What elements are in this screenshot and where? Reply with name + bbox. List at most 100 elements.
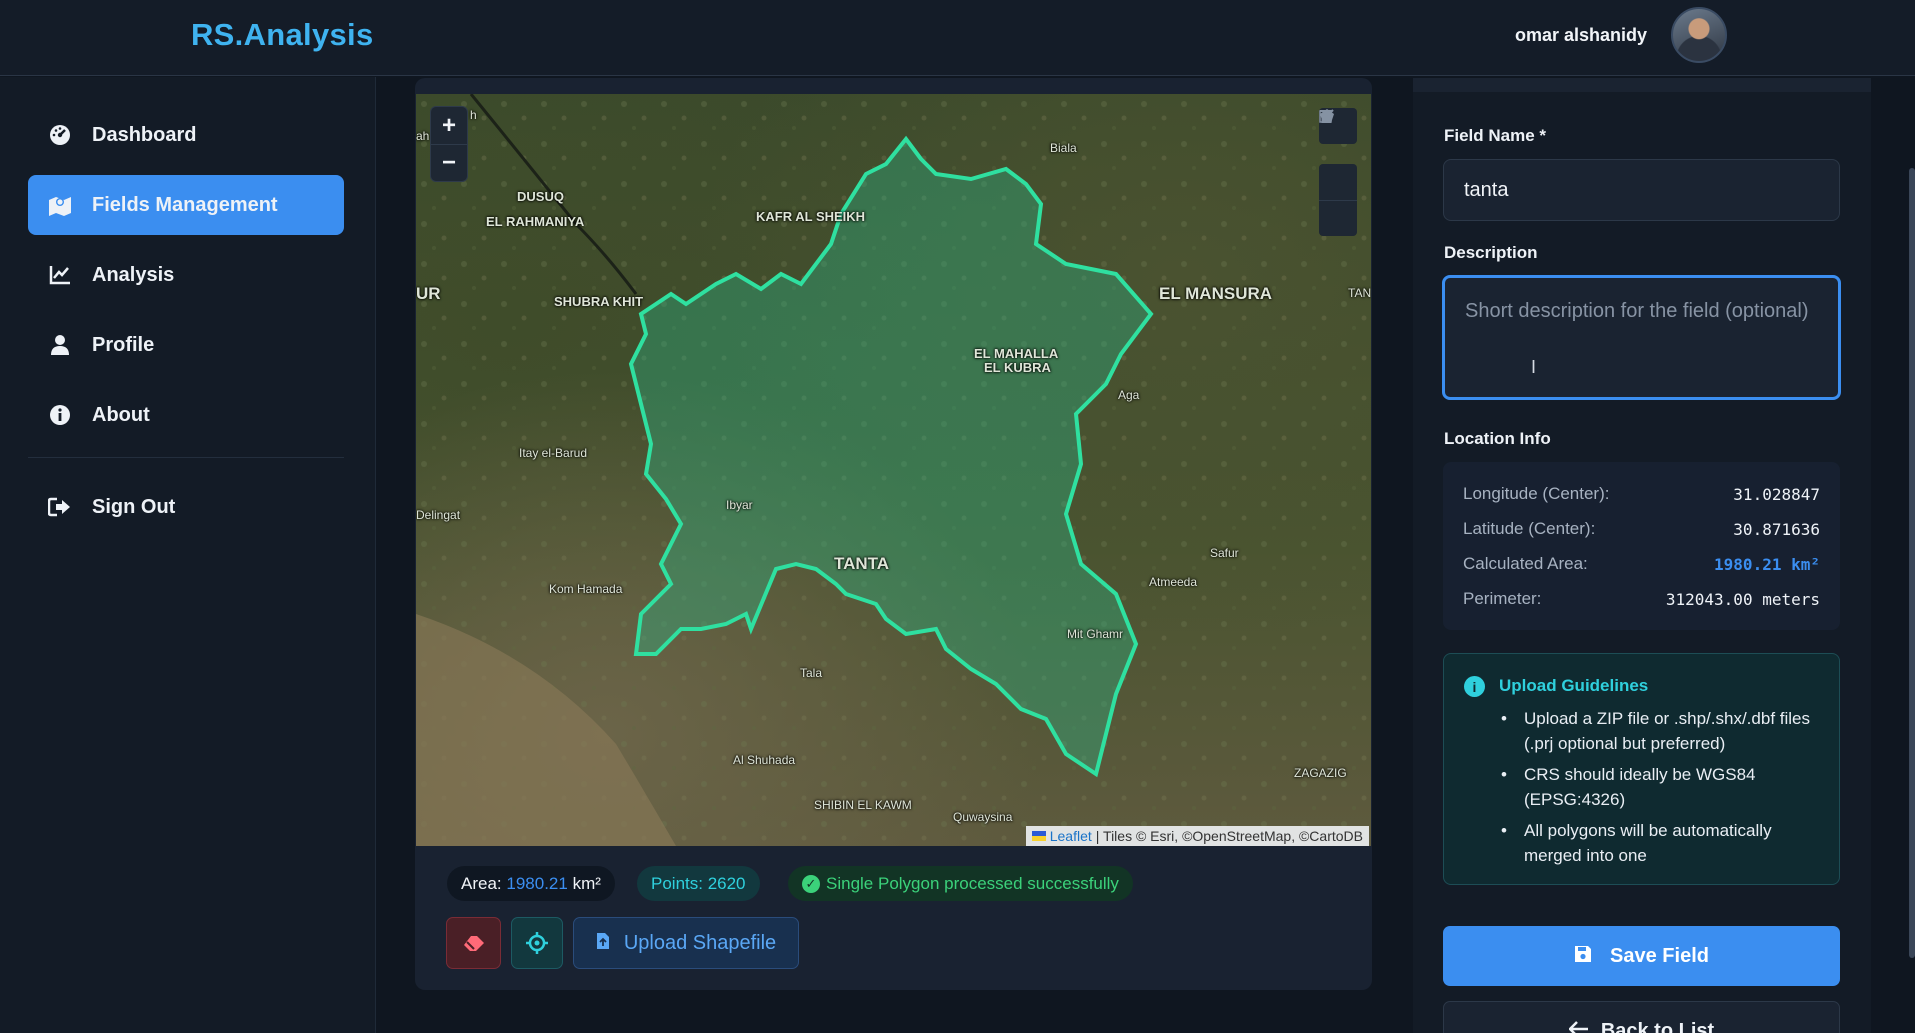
map-label-ibyar: Ibyar (726, 498, 753, 512)
location-key: Calculated Area: (1463, 554, 1588, 573)
upload-shapefile-label: Upload Shapefile (623, 931, 777, 954)
map-label-atmeeda: Atmeeda (1149, 575, 1198, 589)
map-label-el-mahalla: EL MAHALLA (974, 346, 1059, 361)
status-badge: ✓ Single Polygon processed successfully (788, 866, 1133, 901)
map-label-edge-top-left: ah (416, 129, 430, 143)
guidelines-list: Upload a ZIP file or .shp/.shx/.dbf file… (1499, 706, 1819, 874)
map-label-el-kubra: EL KUBRA (984, 360, 1051, 375)
back-to-list-label: Back to List (1600, 1020, 1715, 1033)
location-info-box: Longitude (Center): 31.028847 Latitude (… (1443, 462, 1840, 630)
sidebar-item-about[interactable]: About (28, 385, 344, 445)
map-label-kafr-al-sheikh: KAFR AL SHEIKH (756, 209, 866, 224)
guideline-item: CRS should ideally be WGS84 (EPSG:4326) (1499, 762, 1819, 812)
panel-header-strip (1413, 78, 1871, 92)
attribution-text: | Tiles © Esri, ©OpenStreetMap, ©CartoDB (1095, 828, 1363, 844)
map-label-el-mansura: EL MANSURA (1159, 284, 1273, 303)
brand-logo[interactable]: RS.Analysis (191, 17, 374, 53)
sidebar-item-label: Dashboard (92, 123, 197, 146)
sidebar-item-analysis[interactable]: Analysis (28, 245, 344, 305)
save-field-label: Save Field (1610, 944, 1709, 967)
location-row-perimeter: Perimeter: 312043.00 meters (1463, 587, 1820, 611)
points-chip: Points: 2620 (637, 866, 760, 901)
description-textarea[interactable]: Short description for the field (optiona… (1442, 275, 1841, 400)
sign-out-icon (48, 495, 72, 519)
guidelines-title: Upload Guidelines (1499, 676, 1649, 695)
area-value: 1980.21 (506, 873, 568, 893)
map-label-biala: Biala (1050, 141, 1077, 155)
map-canvas (416, 94, 1371, 846)
back-to-list-button[interactable]: Back to List (1443, 1001, 1840, 1033)
map-label-el-rahmaniya: EL RAHMANIYA (486, 214, 585, 229)
map-view[interactable]: DUSUQ EL RAHMANIYA KAFR AL SHEIKH Biala … (416, 94, 1371, 846)
map-label-shubra-khit: SHUBRA KHIT (554, 294, 644, 309)
map-label-mit-ghamr: Mit Ghamr (1067, 627, 1124, 641)
map-label-kom-hamada: Kom Hamada (549, 582, 623, 596)
draw-toolbar (1319, 108, 1357, 256)
sidebar-item-label: Fields Management (92, 193, 278, 216)
ukraine-flag-icon (1031, 831, 1046, 841)
map-label-aga: Aga (1118, 388, 1140, 402)
gauge-icon (48, 123, 72, 147)
locate-button[interactable] (511, 917, 563, 969)
zoom-out-button[interactable]: − (431, 144, 467, 181)
arrow-left-icon (1568, 1020, 1589, 1033)
zoom-control: + − (430, 106, 468, 182)
description-label: Description (1444, 243, 1538, 262)
map-label-quwaysina: Quwaysina (953, 810, 1013, 824)
location-key: Perimeter: (1463, 589, 1542, 608)
location-info-label: Location Info (1444, 429, 1551, 448)
guideline-item: Upload a ZIP file or .shp/.shx/.dbf file… (1499, 706, 1819, 756)
upload-shapefile-button[interactable]: Upload Shapefile (573, 917, 799, 969)
sidebar-item-label: About (92, 403, 150, 426)
map-label-edge-top-left-2: h (470, 108, 477, 122)
map-label-shibin-el-kawm: SHIBIN EL KAWM (814, 798, 912, 812)
map-label-zagazig: ZAGAZIG (1294, 766, 1347, 780)
sidebar-item-fields-management[interactable]: Fields Management (28, 175, 344, 235)
zoom-in-button[interactable]: + (431, 107, 467, 144)
map-label-delingat: Delingat (416, 508, 461, 522)
eraser-icon (463, 936, 484, 951)
user-name[interactable]: omar alshanidy (1515, 25, 1647, 46)
save-field-button[interactable]: Save Field (1443, 926, 1840, 986)
location-key: Longitude (Center): (1463, 484, 1610, 503)
avatar[interactable] (1671, 7, 1727, 63)
check-circle-icon: ✓ (802, 874, 820, 893)
info-icon: i (1464, 676, 1485, 697)
map-attribution: Leaflet | Tiles © Esri, ©OpenStreetMap, … (1025, 826, 1369, 846)
crosshair-icon (526, 932, 548, 954)
leaflet-link[interactable]: Leaflet (1050, 828, 1092, 844)
map-icon (48, 193, 72, 217)
map-label-edge-right: TAN (1348, 286, 1371, 300)
sign-out-button[interactable]: Sign Out (28, 477, 344, 537)
sidebar-item-label: Profile (92, 333, 155, 356)
sidebar-item-label: Analysis (92, 263, 175, 286)
clear-button[interactable] (446, 917, 501, 969)
edit-layers-button[interactable] (1319, 109, 1357, 200)
page-scrollbar[interactable] (1909, 168, 1915, 958)
location-row-latitude: Latitude (Center): 30.871636 (1463, 517, 1820, 541)
location-value: 1980.21 km² (1714, 554, 1820, 574)
map-label-edge-left: UR (416, 284, 441, 303)
location-value: 30.871636 (1733, 519, 1820, 539)
user-icon (48, 333, 72, 357)
file-upload-icon (596, 932, 610, 955)
delete-layers-button[interactable] (1319, 110, 1357, 236)
map-label-tala: Tala (800, 666, 823, 680)
info-icon (48, 403, 72, 427)
top-bar: RS.Analysis omar alshanidy (0, 0, 1915, 76)
location-row-area: Calculated Area: 1980.21 km² (1463, 552, 1820, 576)
text-cursor-icon: I (1531, 357, 1537, 377)
sidebar-item-dashboard[interactable]: Dashboard (28, 105, 344, 165)
field-name-input[interactable]: tanta (1443, 159, 1840, 221)
chart-line-icon (48, 263, 72, 287)
location-row-longitude: Longitude (Center): 31.028847 (1463, 482, 1820, 506)
sidebar-divider (28, 457, 344, 458)
sidebar-item-profile[interactable]: Profile (28, 315, 344, 375)
status-text: Single Polygon processed successfully (826, 873, 1119, 893)
location-value: 312043.00 meters (1665, 589, 1820, 609)
location-value: 31.028847 (1733, 484, 1820, 504)
guideline-item: All polygons will be automatically merge… (1499, 818, 1819, 868)
location-key: Latitude (Center): (1463, 519, 1596, 538)
area-chip: Area: 1980.21 km² (447, 866, 615, 901)
area-label: Area: (461, 873, 502, 893)
